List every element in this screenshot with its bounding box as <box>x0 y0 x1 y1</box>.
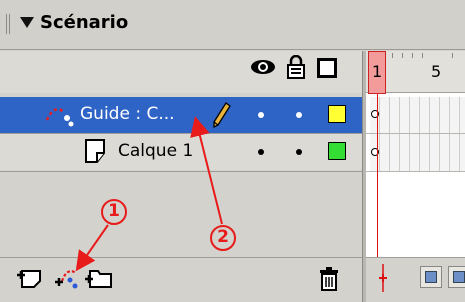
eye-icon[interactable] <box>250 58 276 76</box>
frame-grid[interactable] <box>370 97 465 171</box>
frame-row-divider <box>366 171 465 172</box>
layer-header <box>0 51 362 93</box>
center-frame-icon[interactable] <box>373 262 393 294</box>
lock-dot[interactable] <box>296 149 302 155</box>
add-motion-guide-icon[interactable] <box>54 265 84 291</box>
callout-1: 1 <box>101 199 127 225</box>
onion-skin-button[interactable] <box>420 266 442 288</box>
layer-label: Guide : C... <box>80 104 175 124</box>
callout-2: 2 <box>210 225 236 251</box>
visibility-dot[interactable] <box>258 112 264 118</box>
visibility-dot[interactable] <box>258 149 264 155</box>
motion-guide-icon <box>45 108 74 127</box>
insert-layer-icon[interactable] <box>16 265 46 291</box>
layer-color-swatch[interactable] <box>328 142 346 160</box>
collapse-triangle-icon[interactable] <box>20 17 34 28</box>
layer-color-swatch[interactable] <box>328 105 346 123</box>
layer-list-empty-area <box>0 172 362 257</box>
outline-icon[interactable] <box>317 58 337 78</box>
frame-row-divider <box>366 133 465 134</box>
layer-page-icon <box>85 139 105 163</box>
frame-label-1: 1 <box>372 62 383 81</box>
playhead-line <box>377 94 378 264</box>
trash-icon[interactable] <box>318 266 340 292</box>
ruler-tick <box>402 53 403 58</box>
ruler-tick <box>452 53 453 58</box>
timeline-panel: Scénario Guide : C... Calque 1 1 5 1 2 <box>0 0 465 302</box>
panel-title-bar[interactable]: Scénario <box>0 0 465 50</box>
lock-icon[interactable] <box>287 55 305 79</box>
grip-icon[interactable] <box>6 14 12 34</box>
lock-dot[interactable] <box>296 112 302 118</box>
pencil-icon[interactable] <box>210 101 232 129</box>
onion-outline-button[interactable] <box>448 266 465 288</box>
layer-row-guide[interactable]: Guide : C... <box>0 97 362 133</box>
frame-label-5: 5 <box>431 62 442 81</box>
layer-label: Calque 1 <box>118 141 194 161</box>
layer-row-calque-1[interactable]: Calque 1 <box>0 134 362 170</box>
panel-title: Scénario <box>40 12 129 33</box>
ruler-tick <box>412 53 413 58</box>
ruler-tick <box>392 53 393 58</box>
insert-folder-icon[interactable] <box>84 265 114 291</box>
ruler-tick <box>422 53 423 58</box>
